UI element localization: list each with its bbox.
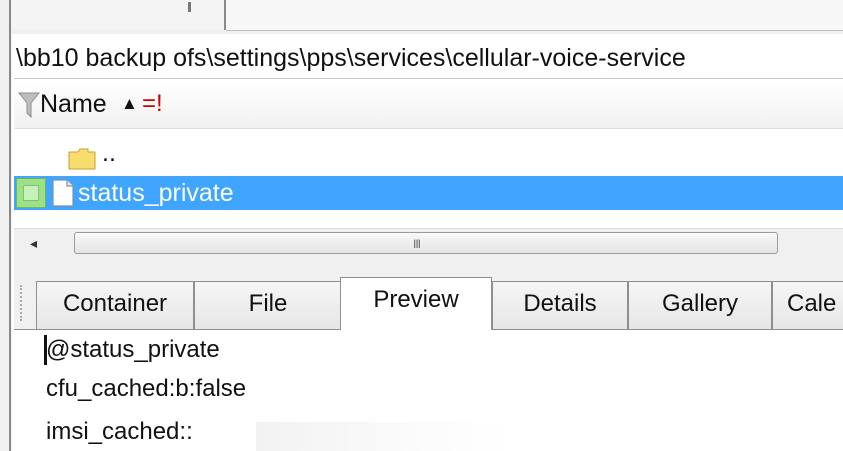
window-left-edge bbox=[0, 0, 12, 451]
top-tab-strip bbox=[12, 0, 843, 34]
list-item-selected[interactable]: status_private bbox=[14, 176, 843, 210]
file-icon bbox=[52, 179, 74, 207]
row-checkbox[interactable] bbox=[16, 178, 46, 208]
list-item-label: status_private bbox=[78, 179, 234, 207]
top-tab-strip-empty bbox=[226, 0, 843, 31]
tab-calendar[interactable]: Cale bbox=[772, 281, 843, 329]
column-header-name[interactable]: Name ▲ =! bbox=[14, 80, 843, 129]
path-bar[interactable]: \bb10 backup ofs\settings\pps\services\c… bbox=[14, 38, 843, 79]
scroll-left-icon[interactable]: ◂ bbox=[30, 235, 37, 252]
toolbar-grip[interactable] bbox=[20, 285, 28, 321]
tab-details[interactable]: Details bbox=[492, 281, 628, 329]
tab-preview[interactable]: Preview bbox=[340, 277, 492, 330]
list-item[interactable]: .. bbox=[14, 139, 843, 176]
file-list[interactable]: Name ▲ =! .. status_private bbox=[14, 80, 843, 228]
folder-icon bbox=[68, 148, 96, 170]
scrollbar-thumb[interactable]: III bbox=[74, 232, 778, 254]
view-tabs: Container File Preview Details Gallery C… bbox=[14, 277, 843, 330]
preview-line: cfu_cached:b:false bbox=[46, 375, 247, 402]
horizontal-scrollbar[interactable]: ◂ III bbox=[14, 228, 843, 260]
preview-pane[interactable]: @status_private cfu_cached:b:false imsi_… bbox=[14, 330, 843, 451]
tab-file[interactable]: File bbox=[194, 281, 342, 329]
tab-marker bbox=[188, 2, 191, 12]
column-name-label: Name bbox=[40, 90, 107, 118]
preview-line: imsi_cached:: bbox=[46, 418, 193, 445]
sort-ascending-icon: ▲ bbox=[121, 94, 138, 113]
list-item-label: .. bbox=[102, 139, 116, 167]
splitter[interactable] bbox=[14, 259, 843, 278]
filter-operator: =! bbox=[142, 90, 163, 117]
scrollbar-grip: III bbox=[413, 237, 421, 251]
preview-line: @status_private bbox=[46, 336, 220, 363]
tab-gallery[interactable]: Gallery bbox=[628, 281, 772, 329]
top-tab[interactable] bbox=[12, 0, 226, 30]
redacted-value bbox=[256, 422, 514, 451]
tab-container[interactable]: Container bbox=[36, 281, 194, 329]
filter-icon[interactable] bbox=[18, 92, 40, 118]
